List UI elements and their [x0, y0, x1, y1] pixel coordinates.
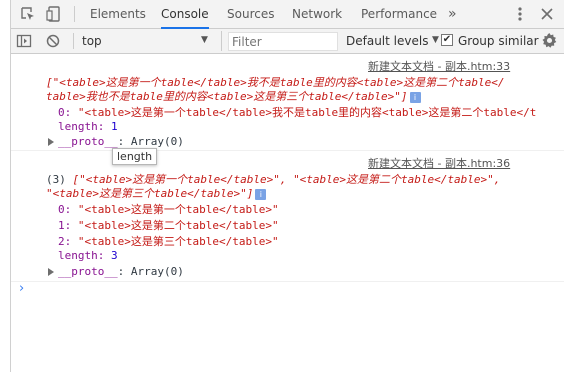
array-summary-line-2[interactable]: table>我也不是table里的内容<table>这是第三个table</ta…	[46, 88, 421, 104]
source-link[interactable]: 新建文本文档 - 副本.htm:36	[368, 155, 510, 171]
device-toolbar-icon[interactable]	[45, 5, 63, 23]
expand-proto-arrow-icon[interactable]	[48, 138, 54, 146]
filter-input[interactable]	[228, 32, 338, 51]
console-input[interactable]	[33, 283, 564, 299]
array-item-row: 1: "<table>这是第二个table</table>"	[58, 219, 279, 232]
source-link[interactable]: 新建文本文档 - 副本.htm:33	[368, 58, 510, 74]
console-toolbar: top ▼ Default levels ▼ ✔ Group similar	[11, 29, 564, 54]
close-icon[interactable]	[538, 5, 556, 23]
console-prompt-icon: ›	[19, 281, 25, 296]
proto-row[interactable]: __proto__: Array(0)	[58, 265, 184, 278]
tab-elements[interactable]: Elements	[90, 0, 146, 29]
length-row: length: 3	[58, 249, 118, 262]
tab-sources[interactable]: Sources	[227, 0, 274, 29]
log-levels-dropdown[interactable]: Default levels	[346, 34, 428, 48]
console-message: 新建文本文档 - 副本.htm:33 ["<table>这是第一个table</…	[11, 55, 564, 165]
array-summary-line-2[interactable]: "<table>这是第三个table</table>"] i	[46, 185, 267, 201]
more-tabs-icon[interactable]: »	[448, 0, 457, 29]
info-icon[interactable]: i	[255, 188, 267, 200]
devtools-tabbar: Elements Console Sources Network Perform…	[11, 0, 564, 29]
inspect-element-icon[interactable]	[19, 5, 37, 23]
clear-console-icon[interactable]	[45, 33, 61, 52]
sidebar-toggle-icon[interactable]	[16, 33, 32, 52]
proto-row[interactable]: __proto__: Array(0)	[58, 135, 184, 148]
tab-network[interactable]: Network	[292, 0, 342, 29]
more-options-icon[interactable]	[511, 5, 529, 23]
tab-performance[interactable]: Performance	[361, 0, 437, 29]
expand-proto-arrow-icon[interactable]	[48, 268, 54, 276]
array-item-row: 2: "<table>这是第三个table</table>"	[58, 235, 279, 248]
array-item-row: 0: "<table>这是第一个table</table>"	[58, 203, 279, 216]
tab-console[interactable]: Console	[161, 0, 209, 29]
context-dropdown-arrow-icon[interactable]: ▼	[201, 35, 208, 45]
left-edge-divider	[0, 0, 11, 372]
console-settings-gear-icon[interactable]	[541, 32, 558, 52]
group-similar-checkbox[interactable]: ✔	[441, 34, 453, 46]
array-item-row: 0: "<table>这是第一个table</table>我不是table里的内…	[58, 106, 537, 119]
group-similar-label: Group similar	[458, 34, 539, 48]
toolbar-separator	[73, 33, 74, 49]
toolbar-separator	[74, 6, 75, 22]
info-icon[interactable]: i	[409, 91, 421, 103]
levels-dropdown-arrow-icon[interactable]: ▼	[432, 35, 439, 45]
console-message: 新建文本文档 - 副本.htm:36 (3) ["<table>这是第一个tab…	[11, 152, 564, 282]
length-row: length: 1	[58, 120, 118, 133]
console-output: 新建文本文档 - 副本.htm:33 ["<table>这是第一个table</…	[11, 55, 564, 372]
toolbar-separator	[221, 31, 222, 51]
context-selector-value[interactable]: top	[82, 34, 102, 48]
